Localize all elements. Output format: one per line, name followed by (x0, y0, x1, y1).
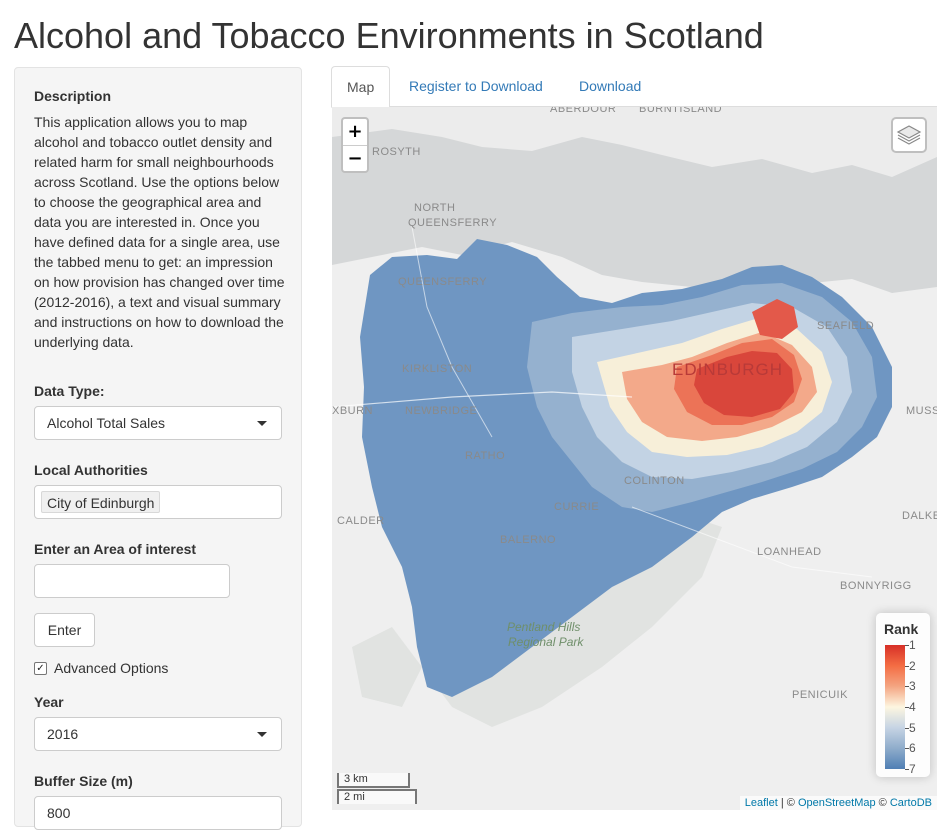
selected-authority-chip[interactable]: City of Edinburgh (41, 491, 161, 513)
description-heading: Description (34, 88, 112, 104)
buffer-size-select[interactable]: 800 (34, 796, 282, 830)
legend-tick-label: 4 (909, 700, 916, 714)
advanced-options-toggle[interactable]: ✓ Advanced Options (34, 660, 168, 676)
attribution-separator-2: © (875, 797, 890, 809)
place-label-kirkliston: KIRKLISTON (402, 363, 472, 375)
place-label-seafield: SEAFIELD (817, 320, 874, 332)
place-label-north: NORTH (414, 202, 455, 214)
place-label-bonnyrigg: BONNYRIGG (840, 580, 912, 592)
osm-link[interactable]: OpenStreetMap (798, 797, 876, 809)
place-label-dalkeith: DALKEI (902, 510, 937, 522)
zoom-in-button[interactable]: + (343, 119, 367, 145)
place-label-burntisland: BURNTISLAND (639, 107, 722, 115)
advanced-options-checkbox[interactable]: ✓ (34, 661, 47, 675)
place-label-currie: CURRIE (554, 501, 599, 513)
buffer-size-value: 800 (47, 805, 71, 821)
place-label-ratho: RATHO (465, 450, 505, 462)
map-canvas[interactable]: ABERDOUR BURNTISLAND ROSYTH NORTH QUEENS… (332, 107, 937, 810)
place-label-balerno: BALERNO (500, 534, 556, 546)
area-of-interest-input[interactable] (34, 564, 230, 598)
leaflet-link[interactable]: Leaflet (745, 797, 778, 809)
data-type-value: Alcohol Total Sales (47, 415, 166, 431)
chevron-down-icon (257, 421, 267, 426)
tab-register-to-download[interactable]: Register to Download (394, 66, 558, 107)
scale-bar-mi: 2 mi (337, 789, 417, 804)
attribution-separator-1: | © (777, 797, 798, 809)
place-label-pentland-2: Regional Park (508, 635, 584, 649)
map-view[interactable]: ABERDOUR BURNTISLAND ROSYTH NORTH QUEENS… (332, 107, 937, 810)
cartodb-link[interactable]: CartoDB (890, 797, 932, 809)
place-label-musselburgh: MUSSI (906, 405, 937, 417)
year-value: 2016 (47, 726, 79, 742)
year-label: Year (34, 694, 64, 710)
zoom-out-button[interactable]: − (343, 145, 367, 171)
legend-tick-label: 5 (909, 720, 916, 735)
legend-tick-label: 6 (909, 741, 916, 756)
scale-bar-km: 3 km (337, 773, 410, 788)
legend-tick-label: 3 (909, 679, 916, 694)
data-type-select[interactable]: Alcohol Total Sales (34, 406, 282, 440)
enter-button[interactable]: Enter (34, 613, 95, 647)
place-label-calder: CALDER (337, 515, 385, 527)
local-authorities-label: Local Authorities (34, 462, 148, 478)
year-select[interactable]: 2016 (34, 717, 282, 751)
layers-button[interactable] (891, 117, 927, 153)
buffer-size-label: Buffer Size (m) (34, 773, 133, 789)
zoom-control: + − (341, 117, 369, 173)
advanced-options-label: Advanced Options (54, 660, 169, 676)
map-attribution: Leaflet | © OpenStreetMap © CartoDB (739, 796, 937, 810)
page-title: Alcohol and Tobacco Environments in Scot… (14, 15, 764, 56)
place-label-pentland-1: Pentland Hills (507, 620, 580, 634)
tab-bar: Map Register to Download Download (331, 66, 937, 108)
place-label-penicuik: PENICUIK (792, 689, 848, 701)
place-label-edinburgh: EDINBURGH (672, 360, 783, 379)
layers-icon (896, 125, 922, 145)
legend-tick-label: 2 (909, 658, 916, 673)
legend-tick-label: 7 (909, 762, 916, 776)
place-label-colinton: COLINTON (624, 475, 685, 487)
legend-title: Rank (884, 621, 919, 637)
tab-download[interactable]: Download (564, 66, 656, 107)
area-of-interest-label: Enter an Area of interest (34, 541, 197, 557)
place-label-rosyth: ROSYTH (372, 146, 421, 158)
local-authorities-select[interactable]: City of Edinburgh (34, 485, 282, 519)
place-label-north-queensferry: QUEENSFERRY (408, 217, 497, 229)
legend-tick-label: 1 (909, 638, 916, 652)
chevron-down-icon (257, 732, 267, 737)
tab-map[interactable]: Map (331, 66, 391, 108)
place-label-newbridge: NEWBRIDGE (405, 405, 477, 417)
data-type-label: Data Type: (34, 383, 105, 399)
place-label-loanhead: LOANHEAD (757, 546, 822, 558)
place-label-queensferry: QUEENSFERRY (398, 276, 487, 288)
rank-legend: Rank 1 2 3 4 5 6 7 (876, 613, 930, 777)
description-text: This application allows you to map alcoh… (34, 114, 285, 350)
legend-color-ramp (885, 645, 905, 769)
place-label-aberdour: ABERDOUR (550, 107, 616, 115)
sidebar-panel: Description This application allows you … (14, 67, 302, 830)
place-label-broxburn: XBURN (332, 405, 373, 417)
